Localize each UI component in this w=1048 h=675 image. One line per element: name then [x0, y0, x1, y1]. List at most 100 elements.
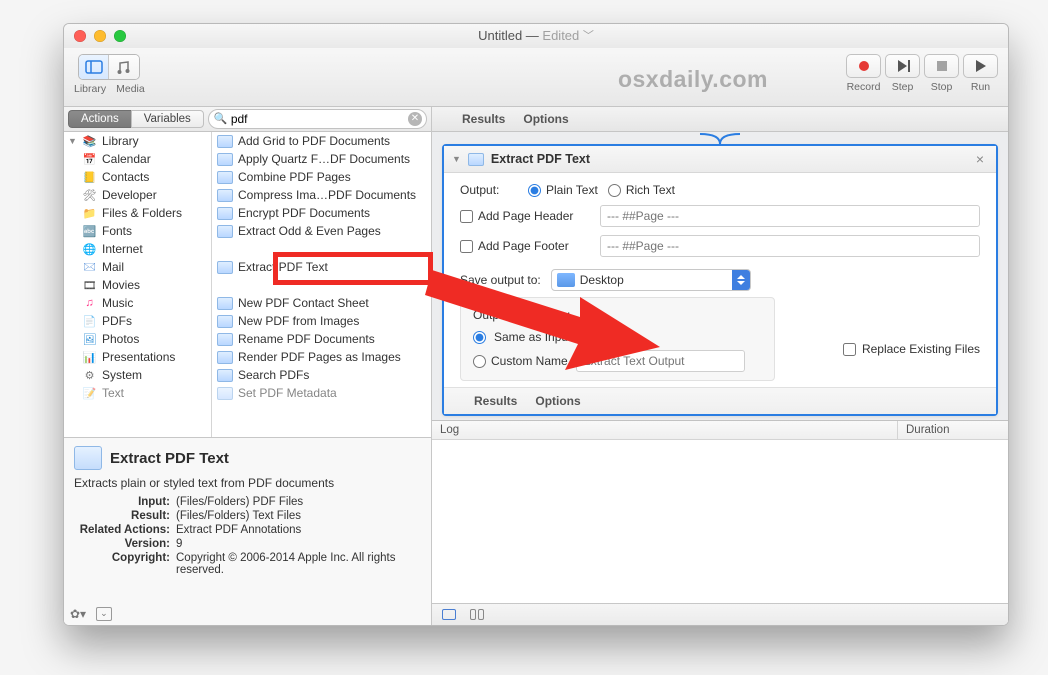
category-item[interactable]: 📝Text	[64, 384, 211, 402]
gear-icon[interactable]: ✿▾	[70, 607, 86, 621]
close-button[interactable]	[74, 30, 86, 42]
footer-tab-options[interactable]: Options	[535, 394, 580, 408]
run-button[interactable]	[963, 54, 998, 78]
category-item[interactable]: 🌐Internet	[64, 240, 211, 258]
calendar-icon: 📅	[82, 153, 97, 166]
library-tabs: Actions Variables	[68, 110, 204, 128]
action-item[interactable]: New PDF Contact Sheet	[212, 294, 431, 312]
tab-options[interactable]: Options	[523, 112, 568, 126]
action-icon	[217, 297, 233, 310]
category-item[interactable]: 🖂Mail	[64, 258, 211, 276]
checkbox-add-header[interactable]: Add Page Header	[460, 209, 590, 223]
radio-same-as-input[interactable]: Same as Input Name	[473, 330, 762, 344]
action-icon	[217, 369, 233, 382]
remove-action-button[interactable]: ×	[972, 151, 988, 167]
category-item[interactable]: 📅Calendar	[64, 150, 211, 168]
internet-icon: 🌐	[82, 243, 97, 256]
radio-plain-text[interactable]: Plain Text	[528, 183, 598, 197]
tab-actions[interactable]: Actions	[68, 110, 131, 128]
category-item[interactable]: 📁Files & Folders	[64, 204, 211, 222]
contacts-icon: 📒	[82, 171, 97, 184]
action-item[interactable]: Add Grid to PDF Documents	[212, 132, 431, 150]
workflow-tabs: Results Options	[432, 107, 1008, 132]
group-title: Output File Name:	[473, 308, 762, 322]
category-item[interactable]: 📄PDFs	[64, 312, 211, 330]
step-icon	[898, 60, 907, 72]
category-column[interactable]: ▼ 📚 Library 📅Calendar 📒Contacts 🛠Develop…	[64, 132, 212, 437]
search-input[interactable]	[208, 109, 427, 129]
toggle-media-button[interactable]	[109, 55, 139, 79]
folder-icon: 📁	[82, 207, 97, 220]
disclosure-triangle-icon[interactable]: ▼	[452, 154, 461, 164]
checkbox-replace-existing-input[interactable]	[843, 343, 856, 356]
disclosure-triangle-icon[interactable]: ▼	[68, 136, 77, 146]
text-icon: 📝	[82, 387, 97, 400]
footer-tab-results[interactable]: Results	[474, 394, 517, 408]
log-column-header[interactable]: Log	[432, 421, 898, 439]
log-panel: Log Duration	[432, 420, 1008, 603]
search-wrap: 🔍 ✕	[208, 109, 427, 129]
radio-plain-text-input[interactable]	[528, 184, 541, 197]
radio-same-as-input-input[interactable]	[473, 331, 486, 344]
action-column[interactable]: Add Grid to PDF Documents Apply Quartz F…	[212, 132, 431, 437]
category-item[interactable]: ♫Music	[64, 294, 211, 312]
tab-variables[interactable]: Variables	[131, 110, 204, 128]
photos-icon: 🖼	[82, 333, 97, 346]
category-item[interactable]: ⚙System	[64, 366, 211, 384]
view-mode-icon[interactable]	[442, 609, 456, 620]
category-item[interactable]: 📒Contacts	[64, 168, 211, 186]
minimize-button[interactable]	[94, 30, 106, 42]
stop-icon	[937, 61, 947, 71]
action-item[interactable]: Rename PDF Documents	[212, 330, 431, 348]
action-icon	[217, 189, 233, 202]
main-split: Actions Variables 🔍 ✕ ▼ 📚 Library	[64, 107, 1008, 625]
music-icon: ♫	[82, 297, 97, 310]
category-item[interactable]: 🎞Movies	[64, 276, 211, 294]
action-item[interactable]: Combine PDF Pages	[212, 168, 431, 186]
action-item-selected[interactable]: Extract PDF Text	[212, 258, 431, 276]
radio-custom-name-input[interactable]	[473, 355, 486, 368]
view-mode-split-icon[interactable]	[470, 609, 484, 620]
expand-icon[interactable]: ⌄	[96, 607, 112, 621]
clear-search-button[interactable]: ✕	[408, 112, 422, 126]
library-columns: ▼ 📚 Library 📅Calendar 📒Contacts 🛠Develop…	[64, 132, 431, 437]
stop-button[interactable]	[924, 54, 959, 78]
action-item[interactable]: Encrypt PDF Documents	[212, 204, 431, 222]
radio-rich-text-input[interactable]	[608, 184, 621, 197]
media-label: Media	[116, 83, 145, 95]
action-icon	[217, 225, 233, 238]
action-card-header[interactable]: ▼ Extract PDF Text ×	[444, 146, 996, 173]
chevron-down-icon[interactable]: ﹀	[583, 30, 594, 42]
action-item[interactable]: Extract Odd & Even Pages	[212, 222, 431, 240]
header-text-input[interactable]	[600, 205, 980, 227]
zoom-button[interactable]	[114, 30, 126, 42]
action-item[interactable]: Apply Quartz F…DF Documents	[212, 150, 431, 168]
save-output-dropdown[interactable]: Desktop	[551, 269, 751, 291]
duration-column-header[interactable]: Duration	[898, 421, 1008, 439]
custom-name-input[interactable]	[576, 350, 745, 372]
workflow-panel: Results Options ▼ Extract PDF Text ×	[432, 107, 1008, 625]
record-button[interactable]	[846, 54, 881, 78]
step-button[interactable]	[885, 54, 920, 78]
workflow-canvas[interactable]: ▼ Extract PDF Text × Output: Plain Text …	[432, 132, 1008, 603]
tab-results[interactable]: Results	[462, 112, 505, 126]
category-library-root[interactable]: ▼ 📚 Library	[64, 132, 211, 150]
checkbox-add-footer[interactable]: Add Page Footer	[460, 239, 590, 253]
category-item[interactable]: 🖼Photos	[64, 330, 211, 348]
action-item[interactable]: Render PDF Pages as Images	[212, 348, 431, 366]
action-item[interactable]: Compress Ima…PDF Documents	[212, 186, 431, 204]
category-item[interactable]: 🛠Developer	[64, 186, 211, 204]
action-item[interactable]: Set PDF Metadata	[212, 384, 431, 402]
checkbox-add-footer-input[interactable]	[460, 240, 473, 253]
footer-text-input[interactable]	[600, 235, 980, 257]
category-item[interactable]: 🔤Fonts	[64, 222, 211, 240]
action-item[interactable]: New PDF from Images	[212, 312, 431, 330]
checkbox-replace-existing[interactable]: Replace Existing Files	[843, 342, 980, 356]
radio-rich-text[interactable]: Rich Text	[608, 183, 675, 197]
titlebar: Untitled — Edited ﹀	[64, 24, 1008, 48]
action-item[interactable]: Search PDFs	[212, 366, 431, 384]
radio-custom-name[interactable]: Custom Name	[473, 354, 568, 368]
category-item[interactable]: 📊Presentations	[64, 348, 211, 366]
toggle-library-button[interactable]	[79, 55, 109, 79]
checkbox-add-header-input[interactable]	[460, 210, 473, 223]
